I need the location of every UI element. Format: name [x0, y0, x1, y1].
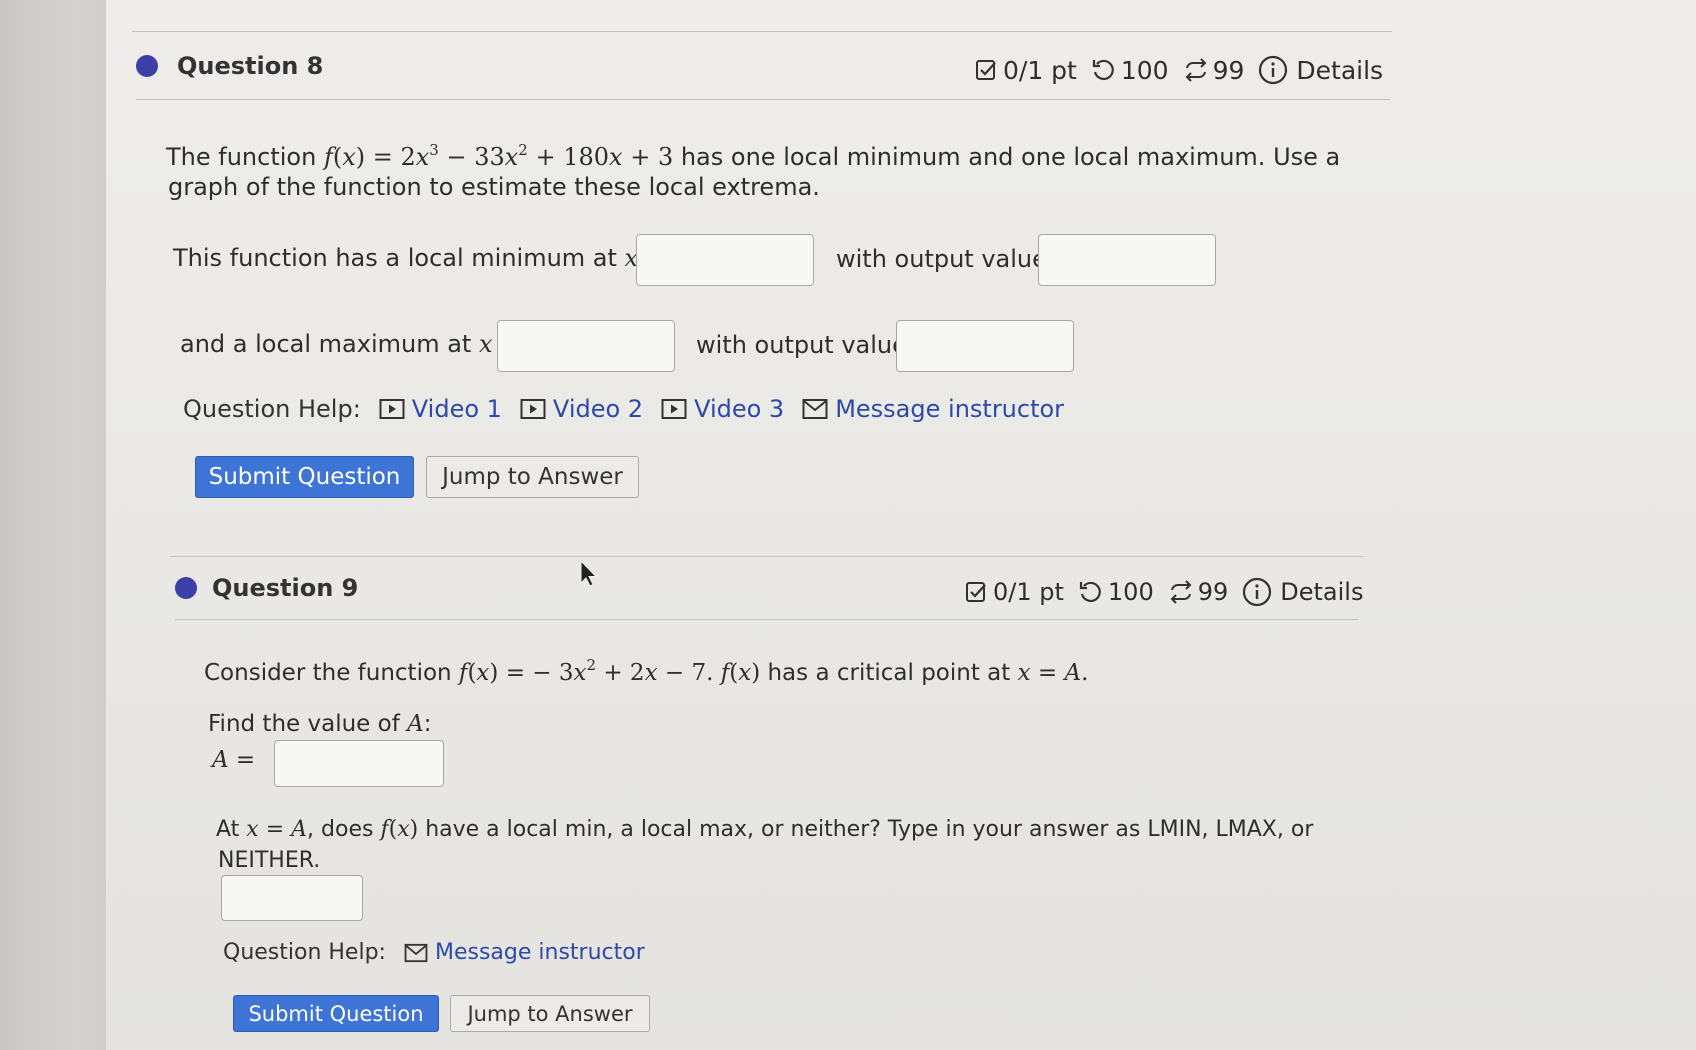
q8-header-rule — [136, 99, 1390, 100]
q8-max-x-input[interactable] — [497, 320, 675, 372]
q9-find-b: : — [423, 711, 432, 737]
q8-attempts-text: 100 — [1120, 55, 1169, 85]
info-icon — [1259, 55, 1288, 85]
q8-attempts: 100 — [1091, 56, 1169, 85]
q9-question-help: Question Help: Message instructor — [223, 940, 663, 965]
q9-type-input[interactable] — [221, 875, 363, 921]
envelope-icon — [802, 399, 828, 419]
q9-details-text: Details — [1280, 578, 1364, 606]
q9-a-equals: A = — [212, 747, 256, 773]
q9-meta: 0/1 pt 100 99 Details — [965, 577, 1377, 607]
q8-max-label-text: and a local maximum at — [180, 330, 479, 358]
envelope-icon — [404, 943, 428, 962]
q9-intro-a: Consider the function — [204, 660, 459, 686]
q9-find-a: Find the value of — [208, 711, 408, 737]
q8-help-label: Question Help: — [183, 395, 361, 423]
q8-min-output-label: with output value — [836, 245, 1047, 273]
left-margin — [0, 0, 106, 1050]
retry-icon — [1170, 580, 1192, 604]
q9-retries-text: 99 — [1197, 578, 1229, 606]
q8-intro-b: has one local minimum and one local maxi… — [673, 143, 1341, 171]
q9-intro-b: has a critical point at — [760, 660, 1018, 686]
q8-video-3-link[interactable]: Video 3 — [661, 395, 784, 423]
q8-points: 0/1 pt — [975, 56, 1077, 85]
q8-video-1-link[interactable]: Video 1 — [379, 395, 502, 423]
video-icon — [661, 399, 687, 419]
q8-message-instructor-link[interactable]: Message instructor — [802, 395, 1064, 423]
q9-retries: 99 — [1168, 578, 1229, 606]
q8-max-y-input[interactable] — [896, 320, 1074, 372]
q8-details[interactable]: Details — [1258, 55, 1383, 85]
q8-intro-a: The function — [166, 143, 324, 171]
q8-video-1-text: Video 1 — [411, 395, 502, 423]
q9-a-input[interactable] — [274, 740, 444, 787]
video-icon — [520, 399, 546, 419]
q8-intro-line2: graph of the function to estimate these … — [168, 173, 820, 201]
q8-jump-to-answer-button[interactable]: Jump to Answer — [426, 456, 639, 498]
q8-video-2-text: Video 2 — [552, 395, 644, 423]
q9-attempts: 100 — [1078, 578, 1154, 606]
q8-top-rule — [132, 31, 1392, 32]
q9-find-label: Find the value of A: — [208, 711, 432, 737]
q8-max-output-label: with output value — [696, 331, 907, 359]
checkbox-edit-icon — [976, 60, 996, 80]
q9-part2-line2: NEITHER. — [218, 848, 321, 873]
q9-help-label: Question Help: — [223, 940, 386, 965]
q9-top-rule — [170, 556, 1363, 557]
q8-min-y-input[interactable] — [1038, 234, 1216, 286]
q8-details-text: Details — [1296, 55, 1384, 85]
q8-status-dot — [136, 55, 158, 77]
undo-icon — [1079, 581, 1101, 603]
q9-jump-to-answer-button[interactable]: Jump to Answer — [450, 995, 650, 1032]
q9-points: 0/1 pt — [965, 578, 1064, 606]
q8-function-expression: f — [323, 143, 333, 171]
checkbox-edit-icon — [966, 582, 986, 602]
q9-intro: Consider the function f(x) = − 3x2 + 2x … — [204, 656, 1089, 686]
q9-part2: At x = A, does f(x) have a local min, a … — [216, 817, 1314, 842]
q8-video-2-link[interactable]: Video 2 — [520, 395, 643, 423]
q9-header-rule — [175, 619, 1358, 620]
info-icon — [1243, 577, 1272, 607]
q9-title: Question 9 — [212, 574, 359, 602]
q8-title: Question 8 — [177, 52, 324, 80]
q8-retries-text: 99 — [1212, 55, 1245, 85]
q9-message-instructor-text: Message instructor — [434, 940, 645, 965]
q9-part2-c: have a local min, a local max, or neithe… — [418, 817, 1314, 842]
q8-min-x-input[interactable] — [636, 234, 814, 286]
q8-question-help: Question Help: Video 1 Video 2 Video 3 M… — [183, 395, 1082, 423]
q9-part2-a: At — [216, 817, 247, 842]
q8-meta: 0/1 pt 100 99 Details — [975, 55, 1397, 85]
q8-message-instructor-text: Message instructor — [835, 395, 1065, 423]
q8-retries: 99 — [1183, 55, 1245, 85]
q8-submit-button[interactable]: Submit Question — [195, 456, 414, 498]
q9-attempts-text: 100 — [1107, 578, 1154, 606]
retry-icon — [1185, 58, 1206, 82]
q9-status-dot — [175, 577, 197, 599]
undo-icon — [1092, 59, 1114, 81]
q8-min-label-text: This function has a local minimum at — [173, 244, 625, 272]
q9-details[interactable]: Details — [1242, 577, 1363, 607]
q8-video-3-text: Video 3 — [694, 395, 785, 423]
q8-intro: The function f(x) = 2x3 − 33x2 + 180x + … — [166, 141, 1341, 171]
q9-message-instructor-link[interactable]: Message instructor — [404, 940, 645, 965]
q8-min-label: This function has a local minimum at x = — [173, 244, 666, 272]
q8-points-text: 0/1 pt — [1003, 55, 1077, 85]
video-icon — [379, 399, 405, 419]
q9-part2-b: , does — [307, 817, 381, 842]
q8-max-label: and a local maximum at x = — [180, 330, 520, 358]
q9-submit-button[interactable]: Submit Question — [233, 995, 439, 1032]
q9-points-text: 0/1 pt — [993, 578, 1064, 606]
mouse-cursor-icon — [580, 560, 598, 587]
